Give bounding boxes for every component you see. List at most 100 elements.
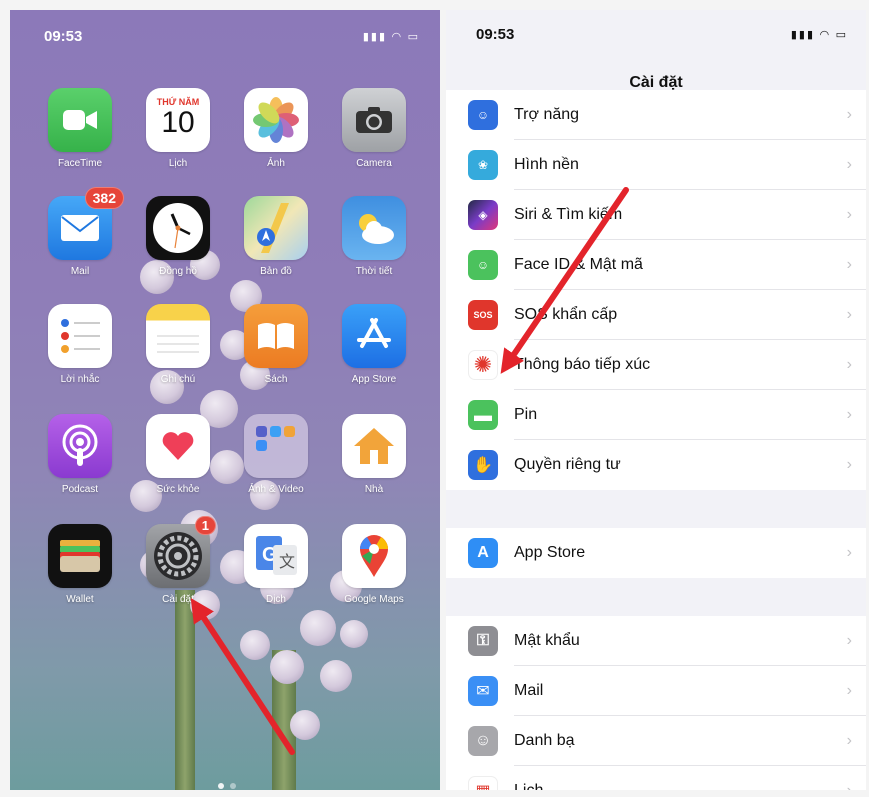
settings-row-accessibility[interactable]: ☺ Trợ năng › [446,90,866,140]
settings-row-exposure-notifications[interactable]: ✺ Thông báo tiếp xúc › [446,340,866,390]
app-label: App Store [351,374,397,385]
app-label: Nhà [364,484,384,495]
app-label: Lời nhắc [60,374,100,385]
svg-text:文: 文 [279,553,295,571]
status-bar: 09:53 ▮▮▮ ◠ ▭ [44,28,420,48]
app-settings[interactable]: 1 Cài đặt [138,516,218,605]
settings-row-calendar[interactable]: ▦ Lịch › [446,766,866,790]
app-reminders[interactable]: Lời nhắc [40,304,120,385]
settings-row-label: SOS khẩn cấp [514,306,618,323]
mail-icon: 382 [48,187,124,260]
page-dot-active [218,783,224,789]
app-label: Dịch [265,594,286,605]
camera-icon [342,88,406,152]
settings-row-label: Hình nền [514,156,579,173]
app-camera[interactable]: Camera [334,88,414,169]
settings-row-wallpaper[interactable]: ❀ Hình nền › [446,140,866,190]
app-maps[interactable]: Bản đồ [236,196,316,277]
settings-row-label: Lịch [514,782,543,790]
settings-row-battery[interactable]: ▬ Pin › [446,390,866,440]
home-icon [342,414,406,478]
settings-row-label: Danh bạ [514,732,575,749]
group-separator [446,578,866,616]
facetime-icon [48,88,112,152]
settings-row-label: Face ID & Mật mã [514,256,643,273]
notes-icon [146,304,210,368]
app-label: Sức khỏe [156,484,200,495]
signal-wifi-battery-icon: ▮▮▮ ◠ ▭ [362,31,420,43]
app-facetime[interactable]: FaceTime [40,88,120,169]
settings-row-mail[interactable]: ✉ Mail › [446,666,866,716]
settings-row-contacts[interactable]: ☺ Danh bạ › [446,716,866,766]
settings-row-sos[interactable]: SOS SOS khẩn cấp › [446,290,866,340]
reminders-icon [48,304,112,368]
app-store-icon: A [468,538,498,568]
app-google-maps[interactable]: Google Maps [334,524,414,605]
app-translate[interactable]: G文 Dịch [236,524,316,605]
chevron-right-icon: › [846,632,852,649]
app-label: Podcast [61,484,99,495]
settings-row-app-store[interactable]: A App Store › [446,528,866,578]
app-clock[interactable]: Đồng hồ [138,196,218,277]
app-photos[interactable]: Ảnh [236,88,316,169]
calendar-day-number: 10 [161,106,195,139]
chevron-right-icon: › [846,356,852,373]
settings-row-label: Siri & Tìm kiếm [514,206,623,223]
flower-blossom [340,620,368,648]
chevron-right-icon: › [847,782,852,790]
page-indicator[interactable] [215,776,239,790]
accessibility-icon: ☺ [468,100,498,130]
flower-blossom [320,660,352,692]
flower-blossom [270,650,304,684]
chevron-right-icon: › [846,456,852,473]
signal-wifi-battery-icon: ▮▮▮ ◠ ▭ [790,29,848,41]
chevron-right-icon: › [846,256,852,273]
photos-icon [244,88,308,152]
app-label: FaceTime [57,158,103,169]
wallet-icon [48,524,112,588]
app-home[interactable]: Nhà [334,414,414,495]
settings-list: ☺ Trợ năng › ❀ Hình nền › ◈ Siri & Tìm k… [446,90,866,790]
settings-group: ☺ Trợ năng › ❀ Hình nền › ◈ Siri & Tìm k… [446,90,866,490]
app-label: Ảnh & Video [248,484,304,495]
app-label: Đồng hồ [159,266,197,277]
settings-row-siri[interactable]: ◈ Siri & Tìm kiếm › [446,190,866,240]
chevron-right-icon: › [846,406,852,423]
app-label: Camera [356,158,392,169]
mail-icon: ✉ [468,676,498,706]
app-app-store[interactable]: App Store [334,304,414,385]
app-weather[interactable]: Thời tiết [334,196,414,277]
status-bar: 09:53 ▮▮▮ ◠ ▭ [476,26,848,46]
podcast-icon [48,414,112,478]
page-dot [230,783,236,789]
settings-row-privacy[interactable]: ✋ Quyền riêng tư › [446,440,866,490]
app-label: Mail [70,266,90,277]
chevron-right-icon: › [846,544,852,561]
app-label: Ảnh [267,158,285,169]
settings-row-passwords[interactable]: ⚿ Mật khẩu › [446,616,866,666]
flower-blossom [290,710,320,740]
translate-icon: G文 [244,524,308,588]
screenshot-frame: 09:53 ▮▮▮ ◠ ▭ FaceTime THỨ NĂM 10 Lịch Ả… [0,0,869,797]
flower-blossom [240,630,270,660]
maps-icon [244,196,308,260]
siri-icon: ◈ [468,200,498,230]
app-notes[interactable]: Ghi chú [138,304,218,385]
app-podcast[interactable]: Podcast [40,414,120,495]
app-mail[interactable]: 382 Mail [40,187,124,277]
chevron-right-icon: › [846,306,852,323]
face-id-icon: ☺ [468,250,498,280]
folder-icon [244,414,308,478]
status-time: 09:53 [44,28,83,45]
app-label: Sách [264,374,288,385]
settings-row-label: Thông báo tiếp xúc [514,356,651,373]
privacy-hand-icon: ✋ [468,450,498,480]
notification-badge: 1 [194,516,216,535]
app-books[interactable]: Sách [236,304,316,385]
settings-row-face-id[interactable]: ☺ Face ID & Mật mã › [446,240,866,290]
google-maps-icon [342,524,406,588]
app-health[interactable]: Sức khỏe [138,414,218,495]
app-folder[interactable]: Ảnh & Video [236,414,316,495]
app-calendar[interactable]: THỨ NĂM 10 Lịch [138,88,218,169]
app-wallet[interactable]: Wallet [40,524,120,605]
